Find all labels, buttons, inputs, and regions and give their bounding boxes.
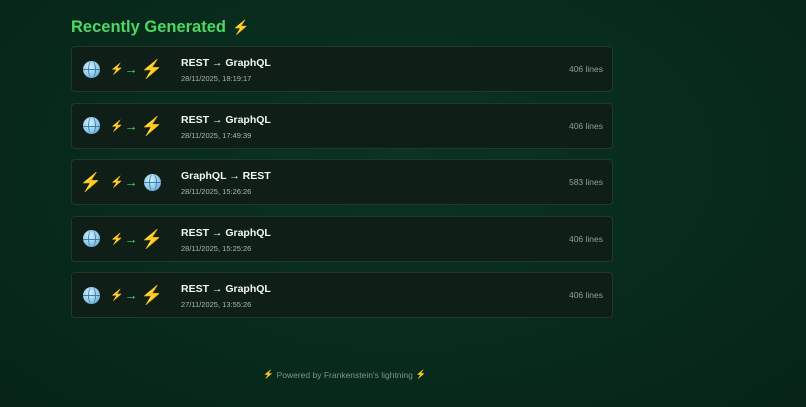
item-timestamp: 27/11/2025, 13:55:26	[181, 300, 252, 310]
conversion-arrow-icon: ⚡ →	[110, 62, 138, 77]
line-count: 406 lines	[568, 120, 603, 131]
item-timestamp: 28/11/2025, 18:19:17	[181, 74, 252, 83]
lightning-icon: ⚡	[415, 369, 427, 379]
globe-icon-shape	[82, 60, 100, 78]
item-title: REST → GraphQL	[181, 57, 271, 69]
lightning-icon: ⚡	[110, 176, 124, 189]
arrow-right-icon: →	[124, 118, 138, 134]
lightning-icon: ⚡	[140, 228, 164, 249]
arrow-right-icon: →	[124, 174, 138, 190]
lightning-glyph: ⚡	[140, 228, 164, 249]
item-title: REST → GraphQL	[181, 226, 271, 239]
line-count: 583 lines	[568, 177, 603, 188]
item-info: REST → GraphQL 28/11/2025, 15:25:26	[181, 227, 271, 253]
lightning-icon: ⚡	[140, 59, 164, 79]
item-title: GraphQL → REST	[181, 170, 271, 183]
footer-text: Powered by Frankenstein's lightning	[276, 369, 413, 380]
item-info: REST → GraphQL 28/11/2025, 18:19:17	[181, 57, 271, 83]
globe-icon-shape	[82, 230, 100, 248]
lightning-glyph: ⚡	[140, 285, 164, 306]
globe-icon	[81, 285, 101, 305]
list-item[interactable]: ⚡ → ⚡ REST → GraphQL 28/11/2025, 15:25:26 406…	[71, 215, 613, 262]
lightning-glyph: ⚡	[140, 115, 164, 136]
conversion-arrow-icon: ⚡ →	[110, 231, 138, 246]
conversion-arrow-icon: ⚡ →	[110, 288, 138, 303]
section-title: Recently Generated	[71, 18, 226, 36]
globe-icon	[81, 59, 101, 79]
recent-list: ⚡ → ⚡ REST → GraphQL 28/11/2025, 18:19:17 406…	[71, 46, 613, 329]
lightning-icon: ⚡	[110, 120, 124, 133]
line-count: 406 lines	[568, 233, 603, 244]
arrow-right-icon: →	[124, 287, 138, 303]
lightning-icon: ⚡	[79, 172, 103, 193]
lightning-icon: ⚡	[140, 285, 164, 306]
globe-icon-shape	[82, 286, 100, 304]
section-heading: Recently Generated ⚡	[71, 18, 249, 37]
item-info: REST → GraphQL 27/11/2025, 13:55:26	[181, 283, 271, 309]
globe-icon-shape	[143, 173, 161, 191]
list-item[interactable]: ⚡ → ⚡ REST → GraphQL 27/11/2025, 13:55:26 406…	[71, 272, 613, 319]
line-count: 406 lines	[568, 290, 603, 301]
item-title: REST → GraphQL	[181, 113, 271, 126]
item-title: REST → GraphQL	[181, 283, 271, 296]
lightning-icon: ⚡	[231, 19, 250, 35]
list-item[interactable]: ⚡ → ⚡ REST → GraphQL 28/11/2025, 17:49:39 406…	[71, 102, 613, 149]
conversion-arrow-icon: ⚡ →	[110, 118, 138, 133]
item-timestamp: 28/11/2025, 15:26:26	[181, 187, 252, 197]
item-info: REST → GraphQL 28/11/2025, 17:49:39	[181, 114, 271, 140]
arrow-right-icon: →	[124, 61, 138, 77]
lightning-icon: ⚡	[110, 289, 124, 302]
conversion-arrow-icon: ⚡ →	[110, 175, 138, 190]
globe-icon	[142, 172, 162, 192]
lightning-glyph: ⚡	[140, 59, 164, 79]
globe-icon-shape	[82, 117, 100, 135]
item-info: GraphQL → REST 28/11/2025, 15:26:26	[181, 170, 271, 196]
globe-icon	[81, 116, 101, 136]
list-item[interactable]: ⚡ → ⚡ REST → GraphQL 28/11/2025, 18:19:17 406…	[71, 46, 613, 92]
globe-icon	[81, 229, 101, 249]
lightning-icon: ⚡	[110, 233, 124, 246]
footer: ⚡ Powered by Frankenstein's lightning ⚡	[263, 369, 426, 380]
arrow-right-icon: →	[124, 231, 138, 247]
lightning-glyph: ⚡	[79, 172, 103, 193]
lightning-icon: ⚡	[110, 63, 124, 76]
lightning-icon: ⚡	[140, 115, 164, 136]
lightning-icon: ⚡	[263, 369, 274, 379]
line-count: 406 lines	[568, 64, 603, 74]
item-timestamp: 28/11/2025, 17:49:39	[181, 130, 252, 140]
list-item[interactable]: ⚡ ⚡ → GraphQL → REST 28/11/2025, 15:26:26 583…	[71, 159, 613, 206]
item-timestamp: 28/11/2025, 15:25:26	[181, 243, 252, 253]
